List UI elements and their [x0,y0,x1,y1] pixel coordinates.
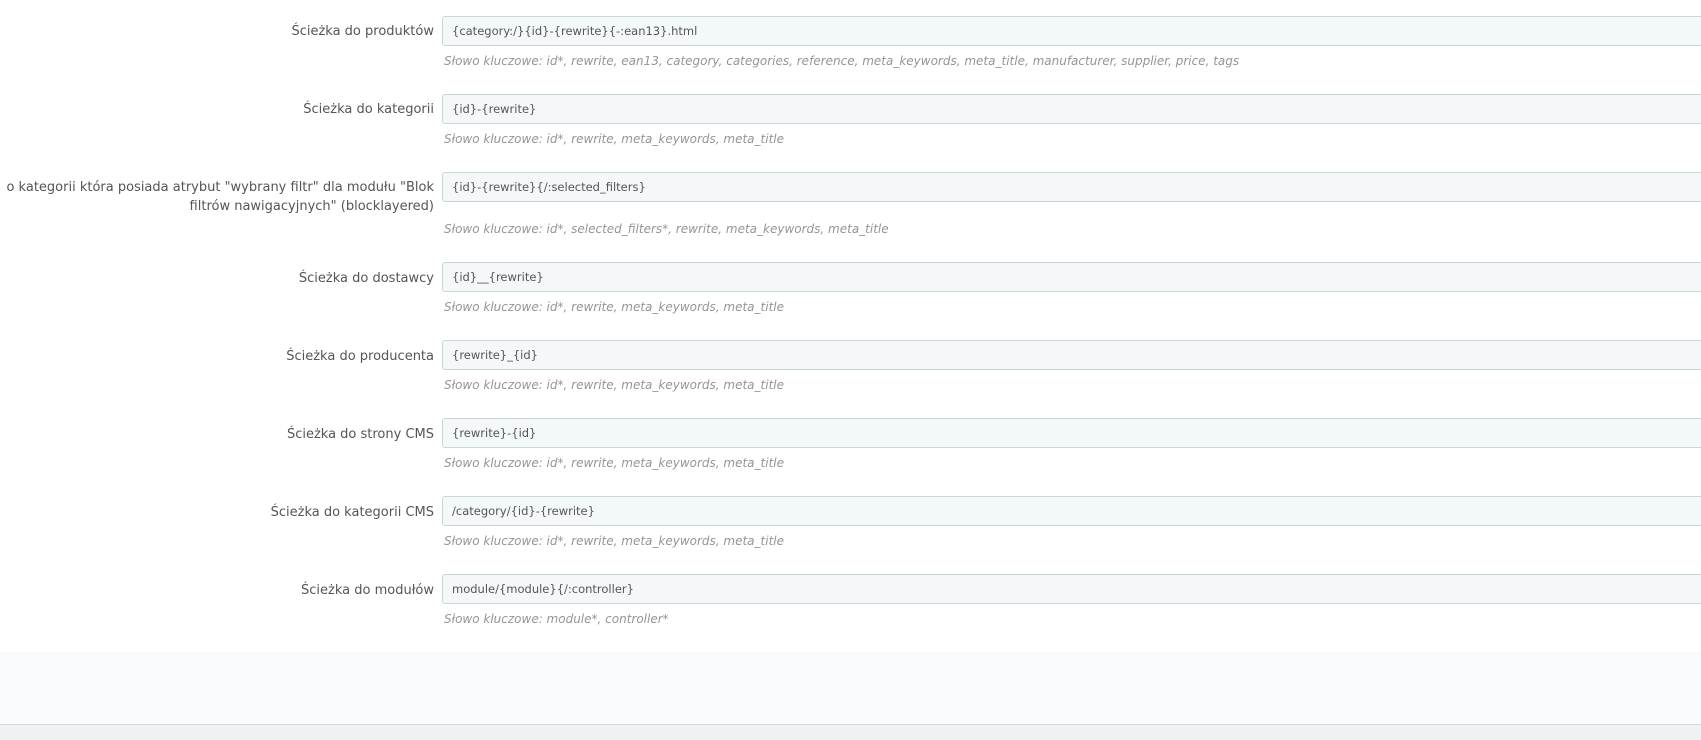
category-route-input[interactable] [442,94,1701,124]
category-route-label: Ścieżka do kategorii [303,102,434,117]
layered-route-input[interactable] [442,172,1701,202]
manufacturer-route-label: Ścieżka do producenta [286,349,434,364]
cms-category-route-input[interactable] [442,496,1701,526]
supplier-route-input[interactable] [442,262,1701,292]
product-route-input[interactable] [442,16,1701,46]
cms-route-input[interactable] [442,418,1701,448]
manufacturer-route-input[interactable] [442,340,1701,370]
manufacturer-route-keywords-hint: Słowo kluczowe: id*, rewrite, meta_keywo… [444,378,784,392]
product-route-keywords-hint: Słowo kluczowe: id*, rewrite, ean13, cat… [444,54,1240,68]
panel-footer [0,652,1701,725]
route-settings-panel: Ścieżka do produktów Słowo kluczowe: id*… [0,0,1701,653]
supplier-route-keywords-hint: Słowo kluczowe: id*, rewrite, meta_keywo… [444,300,784,314]
module-route-input[interactable] [442,574,1701,604]
supplier-route-label: Ścieżka do dostawcy [298,271,434,286]
cms-route-keywords-hint: Słowo kluczowe: id*, rewrite, meta_keywo… [444,456,784,470]
category-route-keywords-hint: Słowo kluczowe: id*, rewrite, meta_keywo… [444,132,784,146]
module-route-label: Ścieżka do modułów [301,583,434,598]
layered-route-label: o kategorii która posiada atrybut "wybra… [6,180,434,214]
product-route-label: Ścieżka do produktów [291,24,434,39]
layered-route-keywords-hint: Słowo kluczowe: id*, selected_filters*, … [444,222,889,236]
cms-route-label: Ścieżka do strony CMS [286,427,434,442]
cms-category-route-label: Ścieżka do kategorii CMS [270,505,434,520]
module-route-keywords-hint: Słowo kluczowe: module*, controller* [444,612,669,626]
cms-category-route-keywords-hint: Słowo kluczowe: id*, rewrite, meta_keywo… [444,534,784,548]
